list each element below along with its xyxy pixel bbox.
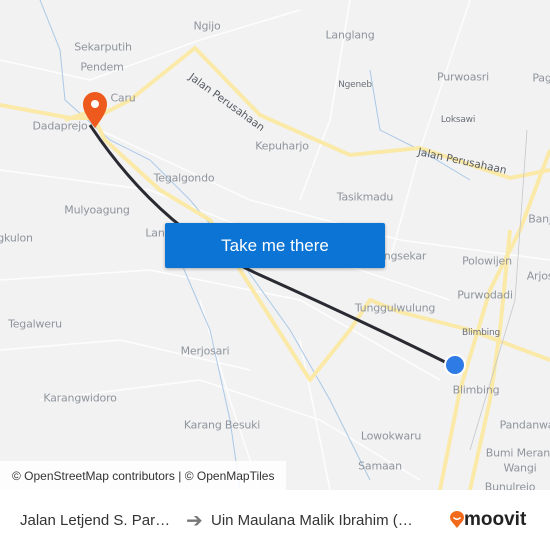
footer: Jalan Letjend S. Par… ➔ Uin Maulana Mali…: [0, 490, 550, 550]
map-label: Langlang: [325, 28, 375, 42]
moovit-pin-icon: [450, 511, 464, 528]
map-label: Banj: [528, 212, 550, 226]
map-label: Ngijo: [193, 19, 221, 33]
map-label: Lowokwaru: [360, 429, 422, 443]
take-me-there-button[interactable]: Take me there: [165, 223, 385, 268]
map-label: Purwodadi: [457, 288, 513, 302]
map-label: Sekarputih: [74, 40, 132, 54]
map-label: Pandanwa: [499, 418, 550, 432]
origin-name: Jalan Letjend S. Par…: [20, 511, 171, 529]
destination-name: Uin Maulana Malik Ibrahim (…: [211, 511, 413, 529]
map[interactable]: Ngijo Langlang Sekarputih Pendem Purwoas…: [0, 0, 550, 490]
map-label: Blimbing: [462, 328, 500, 338]
map-label: Samaan: [358, 459, 402, 473]
map-label: Tegalgondo: [153, 171, 215, 185]
map-attribution[interactable]: © OpenStreetMap contributors | © OpenMap…: [0, 461, 287, 490]
map-label: Karangwidoro: [43, 391, 117, 405]
map-label: Pendem: [80, 60, 124, 74]
origin-marker[interactable]: [444, 354, 466, 376]
map-label: Kepuharjo: [255, 139, 309, 153]
map-label: Arjos: [526, 269, 550, 283]
map-label: Merjosari: [180, 344, 230, 358]
map-label: gkulon: [0, 231, 33, 245]
map-label: Karang Besuki: [183, 418, 261, 432]
map-label: Tegalweru: [8, 317, 62, 331]
map-label: Ngeneb: [338, 80, 372, 90]
map-label: Mulyoagung: [64, 203, 130, 217]
map-label: Polowijen: [462, 254, 512, 268]
map-label: Tunggulwulung: [354, 301, 436, 315]
map-label: Loksawi: [440, 115, 476, 125]
map-label: ngsekar: [383, 249, 427, 263]
map-label: Bumi Merant: [485, 446, 550, 460]
brand-name: moovit: [464, 509, 527, 530]
map-label: Lan: [145, 226, 165, 240]
map-label: Tasikmadu: [336, 190, 394, 204]
moovit-logo[interactable]: moovit: [450, 509, 526, 531]
map-label: Wangi: [503, 461, 537, 475]
map-label: Purwoasri: [437, 70, 489, 84]
map-label: Blimbing: [452, 383, 500, 397]
arrow-right-icon: ➔: [186, 509, 203, 532]
map-label: Pag: [532, 71, 550, 85]
map-label: Dadaprejo: [32, 119, 88, 133]
map-label: Caru: [110, 91, 136, 105]
map-label: Bunulrejo: [484, 480, 536, 491]
